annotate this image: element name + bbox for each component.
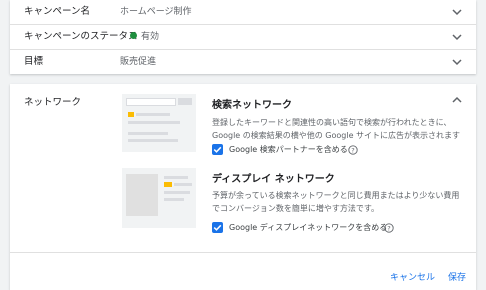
network-section-label: ネットワーク (24, 97, 82, 108)
status-text: 有効 (141, 32, 160, 42)
search-network-description: 登録したキーワードと関連性の高い語句で検索が行われたときに、Google の検索… (212, 118, 461, 140)
search-partners-label[interactable]: Google 検索パートナーを含める (229, 144, 348, 156)
status-dot-icon (130, 32, 137, 39)
search-partners-checkbox[interactable] (212, 144, 223, 155)
campaign-goal-label: 目標 (24, 56, 44, 67)
network-settings-card: ネットワーク 検索ネットワーク 登録したキーワードと関連性の高い語句で検索が行わ… (10, 84, 476, 290)
help-icon[interactable]: ? (348, 145, 358, 155)
campaign-settings-card: キャンペーン名 ホームページ制作 キャンペーンのステータス 有効 目標 販売促進 (10, 0, 476, 74)
campaign-name-label: キャンペーン名 (24, 6, 91, 17)
section-divider (10, 252, 476, 253)
campaign-name-value: ホームページ制作 (120, 7, 192, 17)
display-network-title: ディスプレイ ネットワーク (212, 174, 335, 185)
display-network-label[interactable]: Google ディスプレイネットワークを含める (229, 222, 387, 234)
search-network-illustration (122, 94, 196, 152)
campaign-status-row[interactable]: キャンペーンのステータス 有効 (10, 25, 476, 50)
svg-text:?: ? (351, 146, 354, 154)
chevron-down-icon[interactable] (450, 50, 464, 74)
display-network-checkbox[interactable] (212, 222, 223, 233)
campaign-status-label: キャンペーンのステータス (24, 31, 138, 42)
checkmark-icon (213, 224, 222, 231)
chevron-up-icon[interactable] (450, 93, 464, 107)
search-network-title: 検索ネットワーク (212, 100, 292, 111)
chevron-down-icon[interactable] (450, 25, 464, 49)
display-network-illustration (122, 168, 196, 228)
campaign-name-row[interactable]: キャンペーン名 ホームページ制作 (10, 0, 476, 25)
campaign-goal-row[interactable]: 目標 販売促進 (10, 50, 476, 74)
campaign-status-value: 有効 (130, 25, 159, 49)
chevron-down-icon[interactable] (450, 0, 464, 24)
campaign-goal-value: 販売促進 (120, 57, 157, 67)
checkmark-icon (213, 146, 222, 153)
save-button[interactable]: 保存 (448, 270, 466, 283)
help-icon[interactable]: ? (384, 223, 394, 233)
svg-text:?: ? (387, 224, 390, 232)
cancel-button[interactable]: キャンセル (390, 270, 435, 283)
display-network-option[interactable]: Google ディスプレイネットワークを含める ? (212, 222, 402, 234)
search-partners-option[interactable]: Google 検索パートナーを含める ? (212, 144, 372, 156)
display-network-description: 予算が余っている検索ネットワークと同じ費用またはより少ない費用でコンバージョン数… (212, 191, 460, 213)
